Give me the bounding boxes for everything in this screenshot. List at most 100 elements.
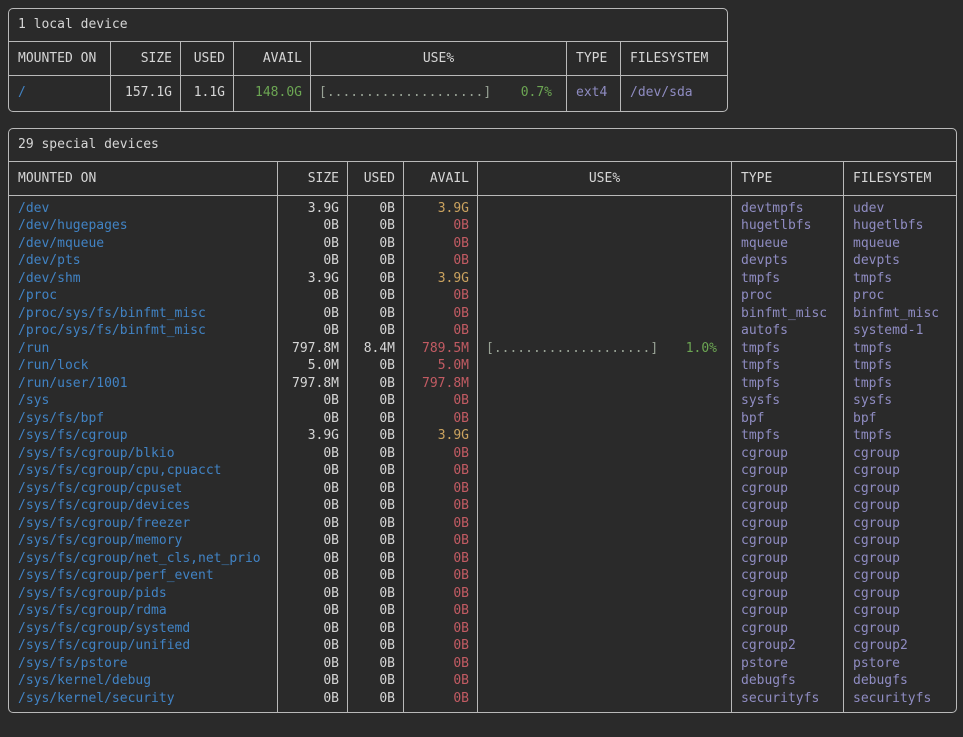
avail-value: 0B [404, 287, 478, 305]
special-devices-header-row: MOUNTED ONSIZEUSEDAVAILUSE%TYPEFILESYSTE… [9, 162, 956, 196]
header-col-size: SIZE [278, 162, 348, 195]
use-percent [478, 270, 732, 288]
fs-type: hugetlbfs [732, 217, 844, 235]
mount-point: /sys/kernel/security [9, 690, 278, 713]
used-value: 0B [348, 445, 404, 463]
use-percent [478, 497, 732, 515]
use-percent [478, 305, 732, 323]
used-value: 0B [348, 620, 404, 638]
filesystem: mqueue [844, 235, 956, 253]
mount-point: /run [9, 340, 278, 358]
size-value: 797.8M [278, 375, 348, 393]
header-col-use-pct: USE% [311, 42, 567, 75]
use-percent [478, 445, 732, 463]
local-devices-rows: /157.1G1.1G148.0G[....................]0… [9, 76, 727, 111]
size-value: 157.1G [111, 76, 181, 111]
fs-type: cgroup [732, 445, 844, 463]
use-percent [478, 375, 732, 393]
mount-point: / [9, 76, 111, 111]
fs-type: cgroup [732, 602, 844, 620]
use-percent [478, 532, 732, 550]
used-value: 0B [348, 497, 404, 515]
mount-point: /run/lock [9, 357, 278, 375]
fs-type: bpf [732, 410, 844, 428]
use-percent [478, 515, 732, 533]
used-value: 0B [348, 375, 404, 393]
header-col-used: USED [348, 162, 404, 195]
use-percent [478, 620, 732, 638]
use-percent [478, 480, 732, 498]
size-value: 797.8M [278, 340, 348, 358]
usage-percent: 1.0% [686, 340, 717, 358]
filesystem: cgroup [844, 620, 956, 638]
used-value: 0B [348, 515, 404, 533]
mount-point: /dev/pts [9, 252, 278, 270]
avail-value: 0B [404, 567, 478, 585]
mount-point: /sys/fs/cgroup/systemd [9, 620, 278, 638]
fs-type: cgroup [732, 462, 844, 480]
avail-value: 0B [404, 322, 478, 340]
filesystem: cgroup [844, 585, 956, 603]
use-percent [478, 287, 732, 305]
used-value: 0B [348, 270, 404, 288]
filesystem: cgroup [844, 480, 956, 498]
fs-type: sysfs [732, 392, 844, 410]
local-devices-panel: 1 local device MOUNTED ONSIZEUSEDAVAILUS… [8, 8, 728, 112]
filesystem: systemd-1 [844, 322, 956, 340]
fs-type: cgroup [732, 620, 844, 638]
special-devices-panel: 29 special devices MOUNTED ONSIZEUSEDAVA… [8, 128, 957, 714]
filesystem: proc [844, 287, 956, 305]
mount-point: /sys/fs/cgroup/cpu,cpuacct [9, 462, 278, 480]
use-percent [478, 410, 732, 428]
used-value: 0B [348, 550, 404, 568]
filesystem: sysfs [844, 392, 956, 410]
avail-value: 0B [404, 305, 478, 323]
used-value: 0B [348, 462, 404, 480]
used-value: 8.4M [348, 340, 404, 358]
used-value: 0B [348, 252, 404, 270]
used-value: 0B [348, 602, 404, 620]
size-value: 0B [278, 550, 348, 568]
filesystem: tmpfs [844, 270, 956, 288]
use-percent [478, 672, 732, 690]
used-value: 0B [348, 655, 404, 673]
used-value: 0B [348, 672, 404, 690]
mount-point: /sys/kernel/debug [9, 672, 278, 690]
local-devices-header-row: MOUNTED ONSIZEUSEDAVAILUSE%TYPEFILESYSTE… [9, 42, 727, 76]
size-value: 0B [278, 480, 348, 498]
header-col-mounted-on: MOUNTED ON [9, 162, 278, 195]
used-value: 0B [348, 196, 404, 218]
fs-type: proc [732, 287, 844, 305]
avail-value: 0B [404, 602, 478, 620]
mount-point: /dev/hugepages [9, 217, 278, 235]
avail-value: 0B [404, 480, 478, 498]
avail-value: 0B [404, 410, 478, 428]
filesystem: cgroup [844, 567, 956, 585]
used-value: 0B [348, 532, 404, 550]
avail-value: 797.8M [404, 375, 478, 393]
filesystem: cgroup [844, 515, 956, 533]
mount-point: /sys [9, 392, 278, 410]
mount-point: /proc/sys/fs/binfmt_misc [9, 322, 278, 340]
used-value: 0B [348, 287, 404, 305]
avail-value: 0B [404, 532, 478, 550]
avail-value: 3.9G [404, 196, 478, 218]
use-percent [478, 655, 732, 673]
avail-value: 0B [404, 515, 478, 533]
header-col-filesystem: FILESYSTEM [621, 42, 727, 75]
mount-point: /sys/fs/pstore [9, 655, 278, 673]
avail-value: 0B [404, 217, 478, 235]
use-percent [478, 252, 732, 270]
usage-bar: [....................] [486, 340, 658, 358]
fs-type: autofs [732, 322, 844, 340]
fs-type: ext4 [567, 76, 621, 111]
use-percent [478, 357, 732, 375]
mount-point: /sys/fs/cgroup/net_cls,net_prio [9, 550, 278, 568]
fs-type: pstore [732, 655, 844, 673]
size-value: 0B [278, 515, 348, 533]
mount-point: /sys/fs/cgroup/cpuset [9, 480, 278, 498]
usage-percent: 0.7% [521, 84, 552, 102]
fs-type: cgroup [732, 532, 844, 550]
header-col-used: USED [181, 42, 234, 75]
avail-value: 0B [404, 392, 478, 410]
